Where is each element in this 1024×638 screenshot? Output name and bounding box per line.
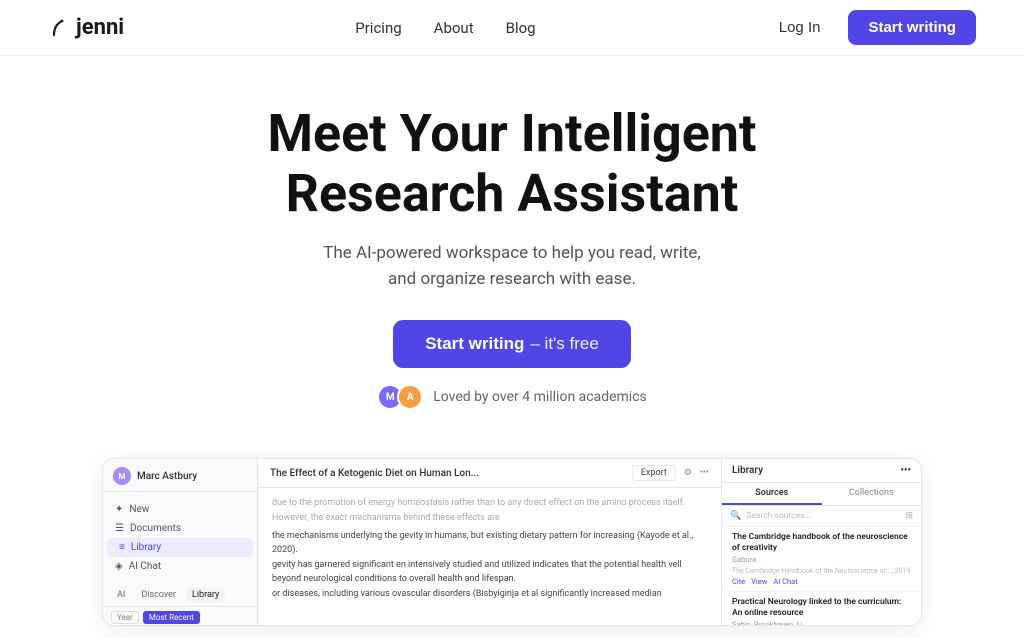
- sidebar-item-documents-label: Documents: [130, 523, 181, 534]
- export-btn[interactable]: Export: [632, 465, 676, 481]
- app-preview: M Marc Astbury ✦ New ☰ Documents ≡ Libra…: [0, 458, 1024, 638]
- preview-window: M Marc Astbury ✦ New ☰ Documents ≡ Libra…: [102, 458, 922, 626]
- logo-icon: [48, 17, 70, 39]
- user-bar: M Marc Astbury: [103, 459, 257, 492]
- source-author: Gabora: [732, 555, 911, 564]
- source-title: The Cambridge handbook of the neuroscien…: [732, 532, 911, 554]
- content-text: the mechanisms underlying the gevity in …: [272, 529, 707, 558]
- search-icon: 🔍: [730, 511, 741, 521]
- tab-collections[interactable]: Collections: [822, 483, 922, 505]
- aichat-icon: ◈: [115, 561, 123, 572]
- sidebar-item-new-label: New: [129, 504, 149, 515]
- tab-library[interactable]: Library: [186, 588, 225, 602]
- hero-section: Meet Your Intelligent Research Assistant…: [0, 56, 1024, 434]
- sidebar-item-aichat[interactable]: ◈ AI Chat: [103, 557, 257, 576]
- tab-ai[interactable]: AI: [111, 588, 131, 602]
- source-author: Sabin, Brookhaven, Li: [732, 620, 911, 626]
- user-avatar: M: [113, 467, 131, 485]
- documents-icon: ☰: [115, 523, 124, 534]
- nav-link-blog[interactable]: Blog: [506, 19, 536, 37]
- more-icon[interactable]: •••: [700, 468, 709, 478]
- right-panel-header: Library •••: [722, 459, 921, 483]
- topbar-actions: Export ⚙ •••: [632, 465, 709, 481]
- filter-recent[interactable]: Most Recent: [143, 611, 200, 624]
- content-text3: or diseases, including various ovascular…: [272, 587, 707, 601]
- sidebar-item-new[interactable]: ✦ New: [103, 500, 257, 519]
- navbar: jenni Pricing About Blog Log In Start wr…: [0, 0, 1024, 56]
- social-proof-text: Loved by over 4 million academics: [433, 389, 647, 405]
- logo[interactable]: jenni: [48, 15, 124, 40]
- library-icon: ≡: [119, 542, 125, 553]
- content-gray: due to the promotion of energy homeostas…: [272, 496, 707, 525]
- sidebar-item-library-label: Library: [131, 542, 161, 553]
- preview-main: The Effect of a Ketogenic Diet on Human …: [258, 459, 721, 625]
- content-text2: gevity has garnered significant en inten…: [272, 558, 707, 587]
- start-writing-button-nav[interactable]: Start writing: [848, 10, 976, 45]
- preview-sidebar: M Marc Astbury ✦ New ☰ Documents ≡ Libra…: [103, 459, 258, 625]
- hero-title: Meet Your Intelligent Research Assistant: [267, 104, 756, 224]
- right-panel-tabs: Sources Collections: [722, 483, 921, 506]
- preview-topbar: The Effect of a Ketogenic Diet on Human …: [258, 459, 721, 488]
- sidebar-item-library[interactable]: ≡ Library: [107, 538, 253, 557]
- library-title: Library: [732, 465, 763, 476]
- preview-right-panel: Library ••• Sources Collections 🔍 Search…: [721, 459, 921, 625]
- nav-links: Pricing About Blog: [355, 19, 535, 37]
- hero-subtitle: The AI-powered workspace to help you rea…: [312, 240, 712, 293]
- sidebar-item-documents[interactable]: ☰ Documents: [103, 519, 257, 538]
- logo-text: jenni: [76, 15, 124, 40]
- view-source-btn[interactable]: View: [751, 577, 767, 586]
- nav-link-about[interactable]: About: [434, 19, 474, 37]
- sidebar-menu: ✦ New ☰ Documents ≡ Library ◈ AI Chat: [103, 492, 257, 584]
- tab-discover[interactable]: Discover: [135, 588, 182, 602]
- doc-title: The Effect of a Ketogenic Diet on Human …: [270, 468, 479, 479]
- cite-source-btn[interactable]: Cite: [732, 577, 745, 586]
- login-button[interactable]: Log In: [767, 13, 833, 42]
- avatar: A: [397, 384, 423, 410]
- tab-sources[interactable]: Sources: [722, 483, 822, 505]
- nav-link-pricing[interactable]: Pricing: [355, 19, 401, 37]
- user-name: Marc Astbury: [137, 471, 197, 482]
- filter-year[interactable]: Year: [111, 611, 139, 624]
- nav-actions: Log In Start writing: [767, 10, 976, 45]
- aichat-source-btn[interactable]: AI Chat: [773, 577, 797, 586]
- source-ref: The Cambridge Handbook of the Neuroscien…: [732, 567, 911, 575]
- search-input-placeholder[interactable]: Search sources...: [746, 511, 900, 521]
- source-item: The Cambridge handbook of the neuroscien…: [722, 527, 921, 592]
- source-item: Practical Neurology linked to the curric…: [722, 592, 921, 626]
- preview-content: due to the promotion of energy homeostas…: [258, 488, 721, 625]
- more-options-icon[interactable]: •••: [900, 465, 911, 476]
- filter-row: Year Most Recent: [103, 607, 257, 626]
- avatar-group: M A: [377, 384, 423, 410]
- source-actions: Cite View AI Chat: [732, 577, 911, 586]
- sidebar-item-aichat-label: AI Chat: [129, 561, 161, 572]
- start-writing-button-hero[interactable]: Start writing – it's free: [393, 320, 631, 368]
- social-proof: M A Loved by over 4 million academics: [377, 384, 647, 410]
- right-search-bar: 🔍 Search sources... ⊞: [722, 506, 921, 527]
- source-title: Practical Neurology linked to the curric…: [732, 597, 911, 619]
- search-filter-icon[interactable]: ⊞: [905, 511, 913, 521]
- settings-icon[interactable]: ⚙: [684, 468, 692, 478]
- sidebar-tabs: AI Discover Library: [103, 584, 257, 607]
- new-icon: ✦: [115, 504, 123, 515]
